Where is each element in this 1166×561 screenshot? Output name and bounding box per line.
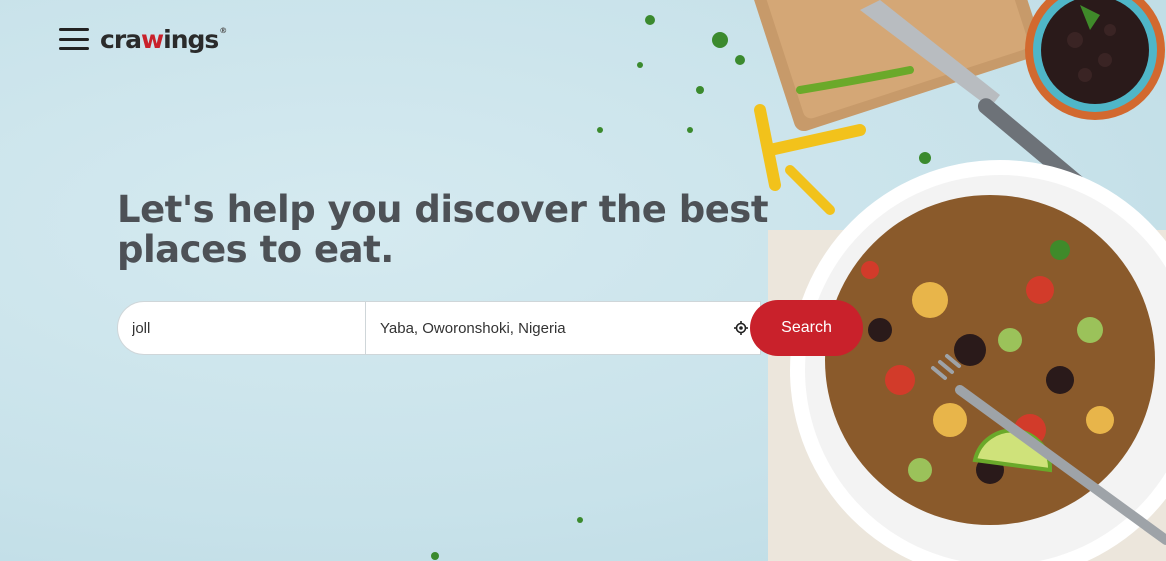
location-input[interactable] xyxy=(378,318,728,338)
menu-icon[interactable] xyxy=(59,28,89,50)
food-search-input[interactable] xyxy=(130,318,365,338)
logo-text-accent: w xyxy=(141,24,164,54)
hero-headline: Let's help you discover the best places … xyxy=(117,188,769,271)
logo[interactable]: crawings® xyxy=(100,24,228,54)
hero-background xyxy=(0,0,1166,561)
header: crawings® xyxy=(59,22,227,56)
search-bar: Search xyxy=(117,300,863,356)
logo-text-prefix: cra xyxy=(100,24,142,54)
location-field[interactable] xyxy=(366,301,761,355)
food-search-field[interactable] xyxy=(117,301,366,355)
search-button[interactable]: Search xyxy=(750,300,863,356)
locate-icon[interactable] xyxy=(734,321,748,335)
logo-text-suffix: ings xyxy=(163,24,219,54)
registered-mark: ® xyxy=(219,25,228,35)
